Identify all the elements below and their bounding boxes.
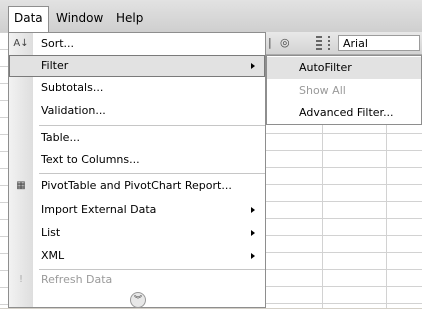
- menu-item-xml[interactable]: XML: [9, 245, 265, 267]
- data-menu: A↓ Sort... Filter Subtotals... Validatio…: [8, 32, 266, 308]
- font-name-select[interactable]: Arial: [338, 35, 420, 51]
- submenu-item-autofilter[interactable]: AutoFilter: [267, 57, 421, 79]
- submenu-item-label: AutoFilter: [299, 61, 352, 74]
- refresh-icon: !: [18, 274, 23, 285]
- menu-item-import-external-data[interactable]: Import External Data: [9, 199, 265, 221]
- menu-window[interactable]: Window: [56, 11, 103, 25]
- menu-separator: [39, 173, 265, 174]
- help-icon[interactable]: ◎: [280, 36, 290, 49]
- menu-item-filter[interactable]: Filter: [9, 55, 265, 77]
- formatting-toolbar: | ◎ Arial: [266, 32, 422, 55]
- toolbar-separator-icon: |: [268, 36, 272, 49]
- filter-submenu: AutoFilter Show All Advanced Filter...: [266, 55, 422, 125]
- submenu-arrow-icon: [251, 230, 255, 236]
- menu-item-label: Import External Data: [41, 203, 157, 216]
- menu-item-table[interactable]: Table...: [9, 127, 265, 149]
- sort-ascending-icon: A↓: [13, 38, 29, 49]
- worksheet-grid-left[interactable]: [0, 32, 8, 308]
- submenu-item-advanced-filter[interactable]: Advanced Filter...: [267, 102, 421, 124]
- menu-item-subtotals[interactable]: Subtotals...: [9, 77, 265, 99]
- menu-item-sort[interactable]: A↓ Sort...: [9, 33, 265, 55]
- menu-data[interactable]: Data: [8, 6, 49, 35]
- chevron-double-down-icon[interactable]: ︾: [130, 292, 146, 308]
- menu-item-pivottable[interactable]: ▦ PivotTable and PivotChart Report...: [9, 175, 265, 197]
- submenu-item-label: Advanced Filter...: [299, 106, 394, 119]
- menu-separator: [39, 125, 265, 126]
- menu-item-label: Table...: [41, 131, 80, 144]
- menu-item-label: Subtotals...: [41, 81, 104, 94]
- menu-item-label: Sort...: [41, 37, 75, 50]
- menu-item-label: Text to Columns...: [41, 153, 140, 166]
- menu-item-label: Refresh Data: [41, 273, 113, 286]
- submenu-item-show-all: Show All: [267, 80, 421, 102]
- menu-item-label: XML: [41, 249, 65, 262]
- menu-item-validation[interactable]: Validation...: [9, 100, 265, 122]
- menu-help[interactable]: Help: [116, 11, 143, 25]
- toolbar-handle-icon[interactable]: [328, 36, 330, 50]
- toolbar-grip-icon[interactable]: [316, 36, 322, 50]
- menu-item-label: Filter: [41, 59, 69, 72]
- submenu-item-label: Show All: [299, 84, 346, 97]
- menu-bar: Data Window Help: [0, 0, 422, 35]
- menu-item-list[interactable]: List: [9, 222, 265, 244]
- menu-expand-row[interactable]: ︾: [9, 287, 265, 309]
- pivot-table-icon: ▦: [16, 180, 26, 191]
- submenu-arrow-icon: [251, 207, 255, 213]
- submenu-arrow-icon: [251, 253, 255, 259]
- menu-item-label: Validation...: [41, 104, 106, 117]
- submenu-arrow-icon: [251, 63, 255, 69]
- menu-item-label: List: [41, 226, 61, 239]
- menu-item-label: PivotTable and PivotChart Report...: [41, 179, 232, 192]
- menu-item-text-to-columns[interactable]: Text to Columns...: [9, 149, 265, 171]
